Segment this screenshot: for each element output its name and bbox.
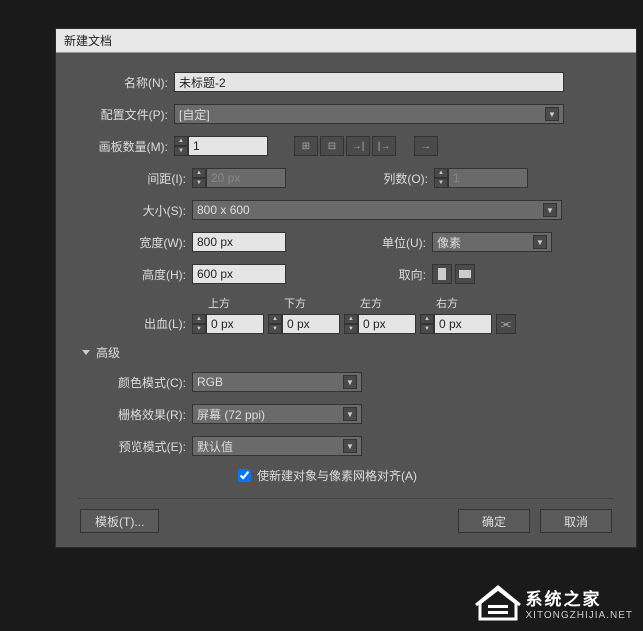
watermark-url: XITONGZHIJIA.NET: [526, 610, 634, 621]
profile-label: 配置文件(P):: [78, 106, 174, 123]
bleed-label: 出血(L):: [78, 315, 192, 334]
chevron-down-icon: ▼: [543, 203, 557, 217]
orientation-portrait-button[interactable]: [432, 264, 452, 284]
size-label: 大小(S):: [78, 202, 192, 219]
profile-value: [自定]: [179, 106, 210, 123]
advanced-label: 高级: [96, 344, 120, 361]
size-value: 800 x 600: [197, 203, 250, 217]
arrange-down-icon[interactable]: |→: [372, 136, 396, 156]
colormode-select[interactable]: RGB ▼: [192, 372, 362, 392]
chevron-down-icon: ▼: [343, 439, 357, 453]
divider: [78, 498, 614, 499]
height-input[interactable]: [192, 264, 286, 284]
link-bleed-icon[interactable]: ⫘: [496, 314, 516, 334]
grid-by-row-icon[interactable]: ⊞: [294, 136, 318, 156]
bleed-top-header: 上方: [192, 295, 264, 311]
preview-select[interactable]: 默认值 ▼: [192, 436, 362, 456]
raster-select[interactable]: 屏幕 (72 ppi) ▼: [192, 404, 362, 424]
dialog-titlebar[interactable]: 新建文档: [56, 29, 636, 53]
colormode-value: RGB: [197, 375, 223, 389]
artboard-count-spinner[interactable]: ▲▼: [174, 136, 268, 156]
size-select[interactable]: 800 x 600 ▼: [192, 200, 562, 220]
spin-up-icon: ▲: [192, 168, 206, 178]
width-input[interactable]: [192, 232, 286, 252]
cols-label: 列数(O):: [374, 170, 434, 187]
align-pixel-grid-checkbox[interactable]: 使新建对象与像素网格对齐(A): [238, 467, 614, 484]
template-button[interactable]: 模板(T)...: [80, 509, 159, 533]
preview-value: 默认值: [197, 438, 233, 455]
artboard-count-label: 画板数量(M):: [78, 138, 174, 155]
spin-up-icon: ▲: [434, 168, 448, 178]
preview-label: 预览模式(E):: [78, 438, 192, 455]
new-document-dialog: 新建文档 名称(N): 配置文件(P): [自定] ▼ 画板数量(M): ▲▼ …: [55, 28, 637, 548]
chevron-down-icon: ▼: [343, 375, 357, 389]
bleed-right-input[interactable]: [434, 314, 492, 334]
spin-down-icon: ▼: [192, 178, 206, 188]
arrange-right-icon[interactable]: →|: [346, 136, 370, 156]
spin-down-icon: ▼: [434, 178, 448, 188]
unit-value: 像素: [437, 234, 461, 251]
unit-label: 单位(U):: [372, 234, 432, 251]
dialog-title: 新建文档: [64, 32, 112, 49]
profile-select[interactable]: [自定] ▼: [174, 104, 564, 124]
name-label: 名称(N):: [78, 74, 174, 91]
unit-select[interactable]: 像素 ▼: [432, 232, 552, 252]
cancel-button[interactable]: 取消: [540, 509, 612, 533]
bleed-right-header: 右方: [420, 295, 492, 311]
orientation-landscape-button[interactable]: [455, 264, 475, 284]
bleed-bottom-input[interactable]: [282, 314, 340, 334]
bleed-top-spinner[interactable]: ▲▼: [192, 314, 264, 334]
bleed-left-input[interactable]: [358, 314, 416, 334]
advanced-section-toggle[interactable]: 高级: [82, 344, 614, 361]
chevron-down-icon: ▼: [343, 407, 357, 421]
raster-label: 栅格效果(R):: [78, 406, 192, 423]
triangle-down-icon: [82, 350, 90, 355]
width-label: 宽度(W):: [78, 234, 192, 251]
spacing-spinner: ▲▼: [192, 168, 286, 188]
grid-by-col-icon[interactable]: ⊟: [320, 136, 344, 156]
spacing-input: [206, 168, 286, 188]
align-checkbox-input[interactable]: [238, 469, 251, 482]
align-label: 使新建对象与像素网格对齐(A): [257, 467, 417, 484]
cols-input: [448, 168, 528, 188]
bleed-left-spinner[interactable]: ▲▼: [344, 314, 416, 334]
spin-up-icon[interactable]: ▲: [174, 136, 188, 146]
bleed-bottom-spinner[interactable]: ▲▼: [268, 314, 340, 334]
chevron-down-icon: ▼: [533, 235, 547, 249]
spacing-label: 间距(I):: [78, 170, 192, 187]
dialog-content: 名称(N): 配置文件(P): [自定] ▼ 画板数量(M): ▲▼ ⊞ ⊟ →…: [56, 53, 636, 547]
name-input[interactable]: [174, 72, 564, 92]
bleed-left-header: 左方: [344, 295, 416, 311]
chevron-down-icon: ▼: [545, 107, 559, 121]
cols-spinner: ▲▼: [434, 168, 528, 188]
arrange-single-icon[interactable]: →: [414, 136, 438, 156]
watermark: 系统之家 XITONGZHIJIA.NET: [474, 583, 634, 623]
ok-button[interactable]: 确定: [458, 509, 530, 533]
spin-down-icon[interactable]: ▼: [174, 146, 188, 156]
artboard-count-input[interactable]: [188, 136, 268, 156]
bleed-bottom-header: 下方: [268, 295, 340, 311]
orientation-label: 取向:: [394, 266, 432, 283]
watermark-title: 系统之家: [526, 585, 634, 610]
house-logo-icon: [474, 583, 522, 623]
colormode-label: 颜色模式(C):: [78, 374, 192, 391]
height-label: 高度(H):: [78, 266, 192, 283]
bleed-top-input[interactable]: [206, 314, 264, 334]
raster-value: 屏幕 (72 ppi): [197, 406, 265, 423]
bleed-right-spinner[interactable]: ▲▼: [420, 314, 492, 334]
